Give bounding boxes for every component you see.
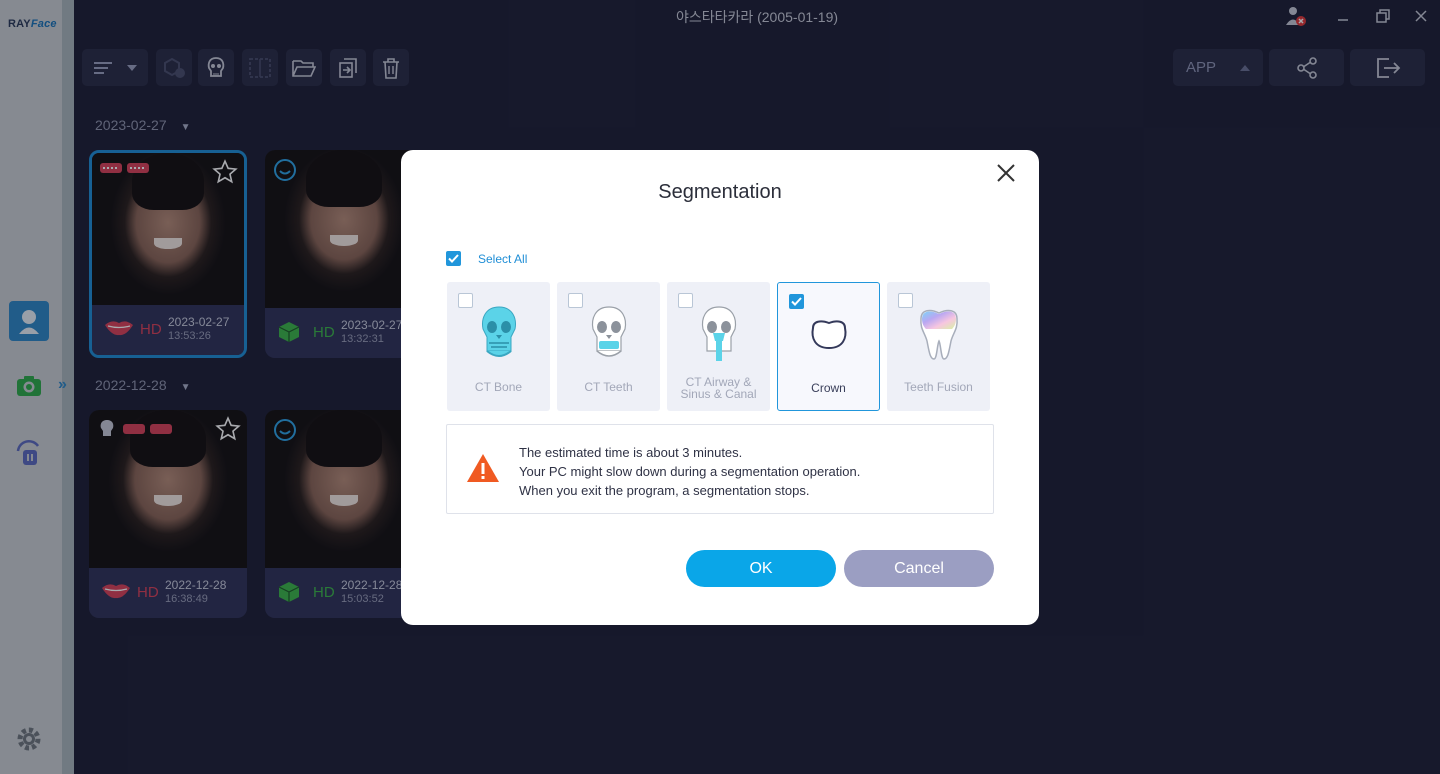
option-label: CT Airway & Sinus & Canal bbox=[680, 375, 757, 401]
info-line: The estimated time is about 3 minutes. bbox=[519, 445, 743, 460]
crown-tooth-icon bbox=[811, 320, 846, 350]
skull-teeth-icon bbox=[591, 306, 626, 357]
checkmark-icon[interactable] bbox=[446, 251, 461, 266]
option-ct-bone[interactable]: CT Bone bbox=[447, 282, 550, 411]
option-teeth-fusion[interactable]: Teeth Fusion bbox=[887, 282, 990, 411]
tooth-fusion-icon bbox=[919, 309, 958, 360]
option-label: CT Teeth bbox=[584, 380, 633, 394]
option-ct-airway-sinus-canal[interactable]: CT Airway & Sinus & Canal bbox=[667, 282, 770, 411]
dialog-title: Segmentation bbox=[658, 181, 782, 203]
segmentation-dialog: Segmentation Select All CT Bone CT Teeth… bbox=[401, 150, 1039, 625]
option-ct-teeth[interactable]: CT Teeth bbox=[557, 282, 660, 411]
skull-airway-icon bbox=[701, 306, 736, 361]
option-label: Teeth Fusion bbox=[904, 380, 973, 394]
info-box: The estimated time is about 3 minutes. Y… bbox=[446, 424, 994, 514]
ok-button[interactable]: OK bbox=[686, 550, 836, 587]
option-crown[interactable]: Crown bbox=[777, 282, 880, 411]
skull-icon bbox=[481, 306, 516, 357]
select-all-checkbox[interactable]: Select All bbox=[446, 251, 527, 266]
option-label: CT Bone bbox=[474, 380, 523, 394]
info-line: When you exit the program, a segmentatio… bbox=[519, 483, 810, 498]
option-label: Crown bbox=[811, 381, 846, 395]
select-all-label: Select All bbox=[478, 251, 528, 266]
cancel-button[interactable]: Cancel bbox=[844, 550, 994, 587]
warning-icon bbox=[467, 454, 499, 482]
info-line: Your PC might slow down during a segment… bbox=[519, 464, 861, 479]
close-icon[interactable] bbox=[995, 162, 1017, 184]
